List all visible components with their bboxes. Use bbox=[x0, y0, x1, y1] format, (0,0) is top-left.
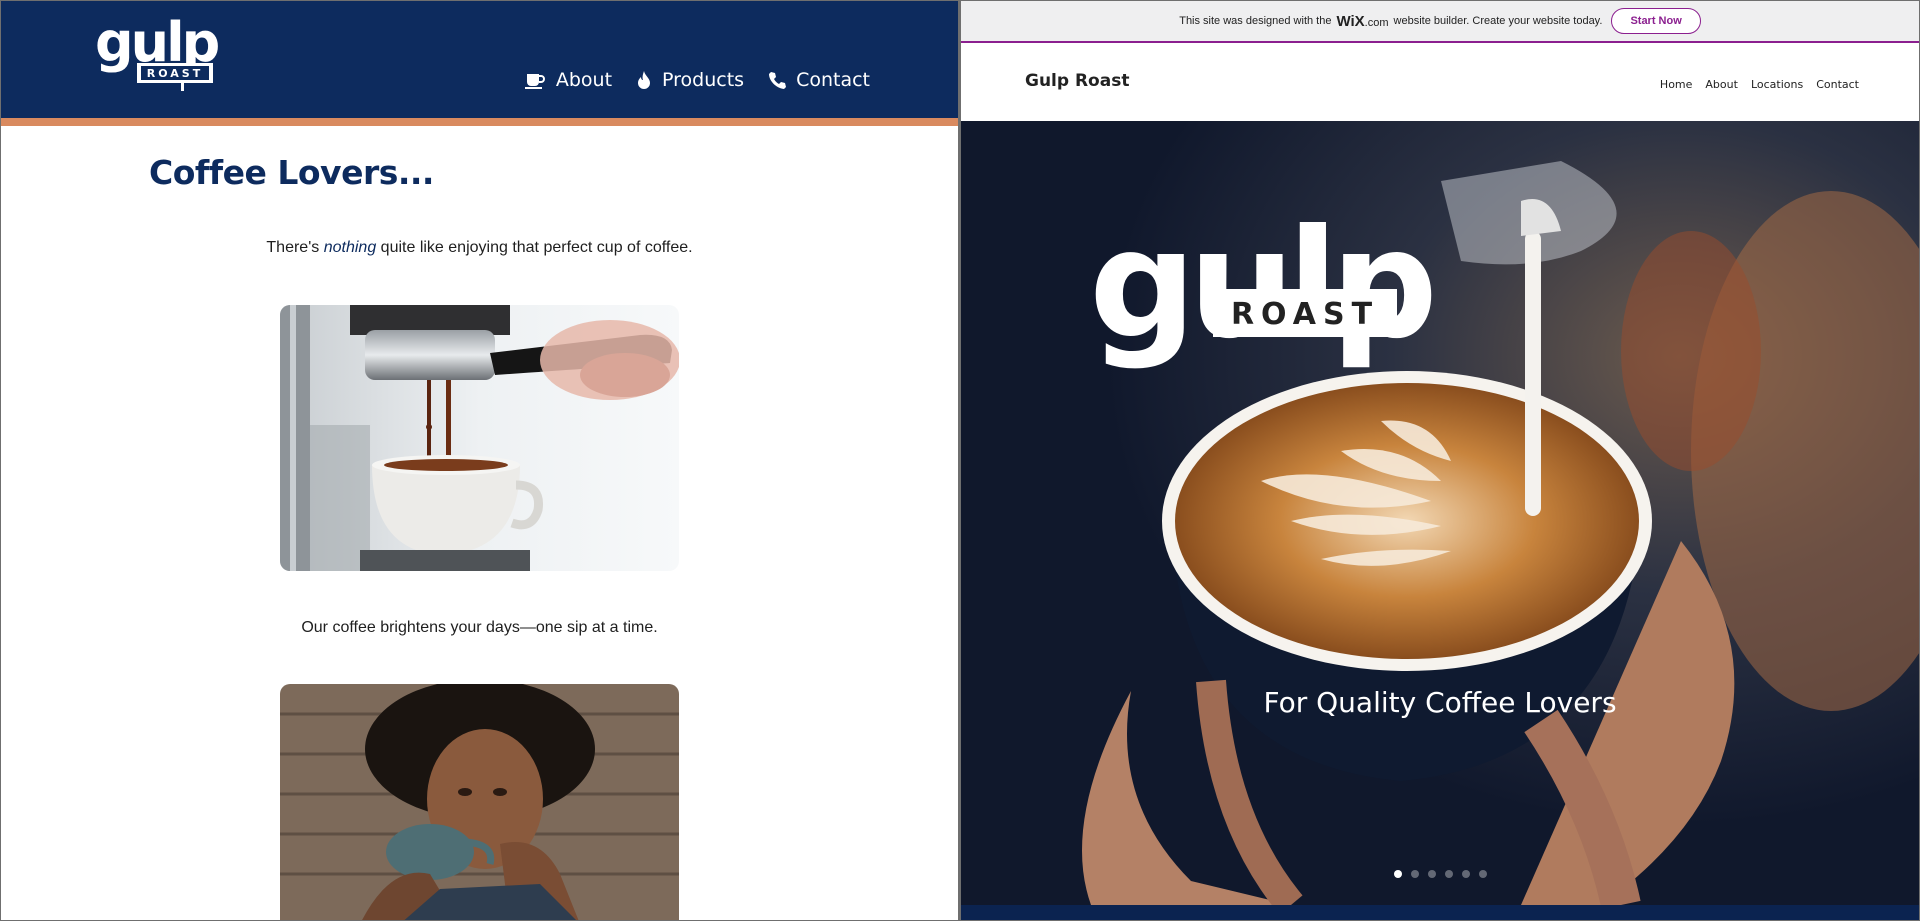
intro-emphasis: nothing bbox=[323, 239, 377, 256]
nav-item-contact[interactable]: Contact bbox=[1816, 78, 1859, 91]
intro-text: There's nothing quite like enjoying that… bbox=[1, 239, 958, 257]
wix-brand-suffix: .com bbox=[1364, 16, 1389, 29]
flame-icon bbox=[636, 70, 652, 90]
banner-text: This site was designed with the bbox=[1179, 15, 1332, 27]
hero-tagline: For Quality Coffee Lovers bbox=[1263, 686, 1617, 719]
nav-item-about[interactable]: About bbox=[524, 69, 612, 91]
wix-brand-text: WiX bbox=[1336, 12, 1365, 30]
nav-item-home[interactable]: Home bbox=[1660, 78, 1692, 91]
slide-indicators bbox=[961, 870, 1919, 878]
phone-icon bbox=[768, 71, 787, 89]
main-nav: About Products Contact bbox=[524, 69, 870, 91]
intro-text-start: There's bbox=[266, 239, 320, 256]
main-nav: Home About Locations Contact bbox=[1660, 78, 1859, 91]
nav-label: About bbox=[555, 69, 613, 91]
site-header: Gulp Roast Home About Locations Contact bbox=[961, 43, 1919, 121]
header-accent-stripe bbox=[1, 118, 958, 126]
slide-dot[interactable] bbox=[1410, 870, 1419, 878]
left-site-window: gulp ROAST About Products Contact Coffee… bbox=[1, 1, 958, 920]
coffee-cup-icon bbox=[524, 71, 546, 89]
espresso-photo bbox=[280, 305, 679, 571]
nav-label: Contact bbox=[796, 69, 870, 91]
slide-dot[interactable] bbox=[1393, 870, 1402, 878]
svg-text:gulp: gulp bbox=[1089, 198, 1432, 372]
caption-text: Our coffee brightens your days—one sip a… bbox=[301, 619, 658, 636]
slide-dot[interactable] bbox=[1444, 870, 1453, 878]
slide-dot[interactable] bbox=[1478, 870, 1487, 878]
right-site-window: This site was designed with the WiX.com … bbox=[961, 1, 1919, 920]
site-header: gulp ROAST About Products Contact bbox=[1, 1, 958, 118]
wix-logo[interactable]: WiX.com bbox=[1336, 13, 1388, 30]
nav-item-contact[interactable]: Contact bbox=[768, 69, 870, 91]
svg-text:ROAST: ROAST bbox=[147, 67, 203, 80]
nav-item-products[interactable]: Products bbox=[636, 69, 744, 91]
page-title: Coffee Lovers... bbox=[149, 153, 434, 192]
nav-item-locations[interactable]: Locations bbox=[1751, 78, 1803, 91]
woman-drinking-coffee-photo bbox=[280, 684, 679, 920]
gulp-roast-logo[interactable]: gulp ROAST bbox=[93, 11, 223, 97]
nav-label: Products bbox=[662, 69, 745, 91]
footer-strip bbox=[961, 905, 1919, 920]
banner-text-end: website builder. Create your website tod… bbox=[1393, 15, 1603, 27]
slide-dot[interactable] bbox=[1427, 870, 1436, 878]
slide-dot[interactable] bbox=[1461, 870, 1470, 878]
start-now-button[interactable]: Start Now bbox=[1611, 8, 1701, 34]
nav-item-about[interactable]: About bbox=[1705, 78, 1738, 91]
wix-promo-banner: This site was designed with the WiX.com … bbox=[961, 1, 1919, 43]
intro-text-end: quite like enjoying that perfect cup of … bbox=[380, 239, 693, 256]
hero-slideshow: gulp ROAST For Quality Coffee Lovers bbox=[961, 121, 1919, 905]
site-name[interactable]: Gulp Roast bbox=[1025, 71, 1129, 91]
latte-art-background: gulp ROAST bbox=[961, 121, 1919, 905]
svg-text:ROAST: ROAST bbox=[1231, 297, 1379, 332]
